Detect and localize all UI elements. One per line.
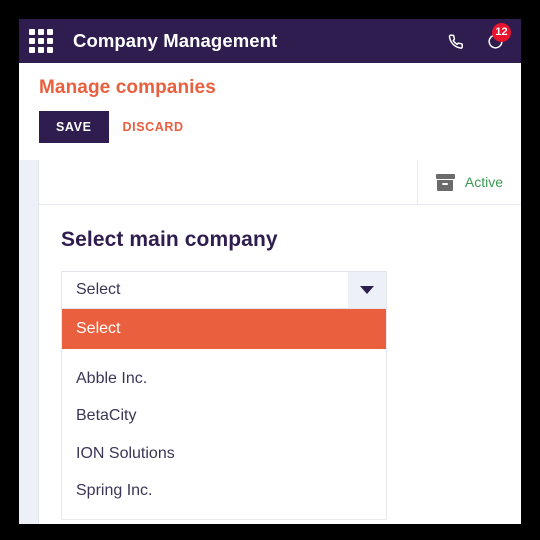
action-row: SAVE DISCARD	[39, 111, 521, 160]
page-title: Manage companies	[39, 77, 216, 98]
page-header: Manage companies SAVE DISCARD	[19, 63, 521, 160]
select-option[interactable]: Abble Inc.	[62, 360, 386, 398]
select-main-company-label: Select main company	[61, 228, 278, 251]
app-header-bar: Company Management 12	[19, 19, 521, 63]
header-actions: 12	[445, 23, 511, 51]
archive-box-icon	[435, 173, 455, 191]
content-panel: Active Select main company Select Select…	[38, 160, 521, 524]
phone-icon[interactable]	[445, 31, 465, 51]
activity-badge-count: 12	[492, 23, 511, 42]
app-title: Company Management	[73, 30, 278, 51]
filter-tab-active-label: Active	[464, 174, 503, 190]
apps-grid-icon[interactable]	[28, 28, 54, 54]
save-button[interactable]: SAVE	[39, 111, 109, 143]
chevron-down-icon[interactable]	[348, 272, 386, 308]
form-body: Select main company Select Select Abble …	[39, 205, 521, 520]
work-area: Active Select main company Select Select…	[19, 160, 521, 524]
select-value: Select	[76, 281, 121, 298]
select-control[interactable]: Select	[61, 271, 387, 309]
activity-refresh-icon[interactable]: 12	[485, 23, 511, 51]
filter-toolbar: Active	[39, 160, 521, 205]
discard-button[interactable]: DISCARD	[123, 120, 184, 134]
application-card: Company Management 12 Manage companies S…	[19, 19, 521, 524]
select-option[interactable]: ION Solutions	[62, 435, 386, 473]
select-option[interactable]: Spring Inc.	[62, 472, 386, 510]
filter-tab-active[interactable]: Active	[418, 160, 521, 204]
main-company-select: Select Select Abble Inc. BetaCity ION So…	[61, 271, 387, 520]
select-option[interactable]: Select	[62, 309, 386, 349]
filter-toolbar-spacer	[39, 160, 418, 204]
select-option[interactable]: BetaCity	[62, 397, 386, 435]
select-options-menu[interactable]: Select Abble Inc. BetaCity ION Solutions…	[61, 309, 387, 520]
